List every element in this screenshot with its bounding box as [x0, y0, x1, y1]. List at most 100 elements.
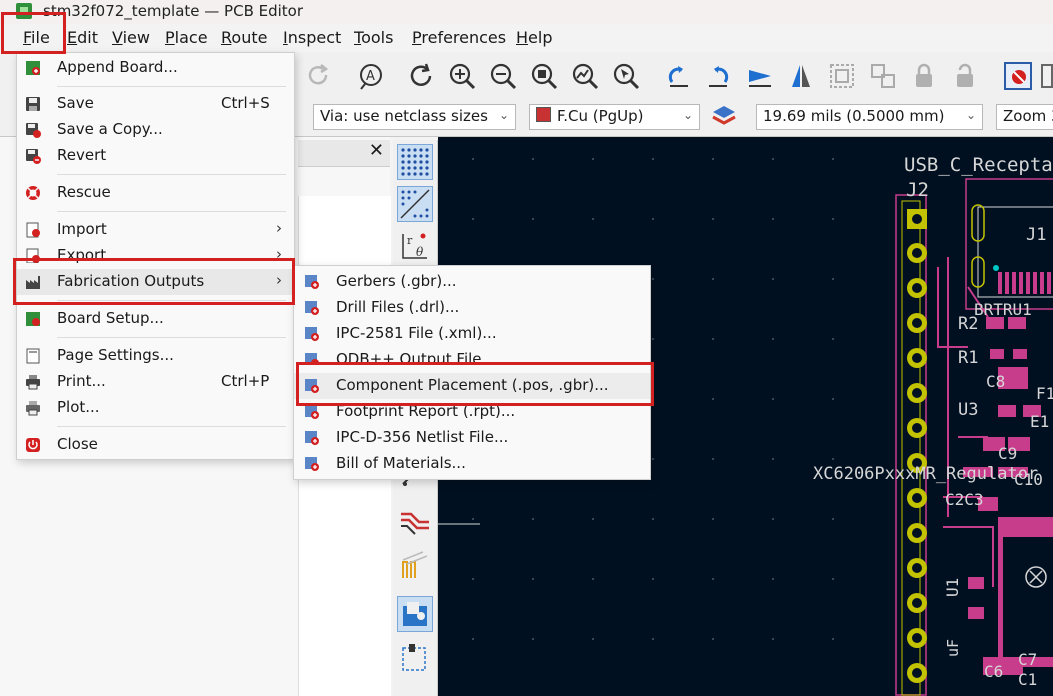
add-pad-icon[interactable]	[397, 640, 433, 676]
route-diff-pair-icon[interactable]	[397, 504, 433, 540]
group-icon[interactable]	[826, 60, 858, 92]
chevron-down-icon: ⌄	[965, 108, 976, 122]
submenu-item-bom[interactable]: Bill of Materials...	[294, 451, 650, 477]
zoom-fit-icon[interactable]	[528, 60, 560, 92]
r2-label: R2	[958, 314, 978, 334]
add-footprint-icon[interactable]	[397, 596, 433, 632]
submenu-item-ipc-d-356[interactable]: IPC-D-356 Netlist File...	[294, 425, 650, 451]
zoom-in-icon[interactable]	[446, 60, 478, 92]
menu-item-close[interactable]: Close	[17, 432, 294, 458]
polar-coordinates-icon[interactable]: rθ	[397, 228, 433, 264]
r1-label: R1	[958, 348, 978, 368]
submenu-item-odb[interactable]: ODB++ Output File...	[294, 347, 650, 365]
redo-icon[interactable]	[303, 60, 335, 92]
tune-length-icon[interactable]	[397, 548, 433, 584]
menu-place[interactable]: Place	[165, 28, 208, 47]
plot-icon	[26, 401, 40, 416]
menu-separator	[57, 211, 286, 212]
menu-separator	[57, 300, 286, 301]
menu-item-board-setup[interactable]: Board Setup...	[17, 306, 294, 332]
grid-dots-icon[interactable]	[397, 144, 433, 180]
usb-pads	[998, 272, 1051, 294]
zoom-dropdown[interactable]: Zoom 3	[996, 104, 1053, 130]
menu-preferences[interactable]: Preferences	[412, 28, 506, 47]
menu-item-fabrication-outputs[interactable]: Fabrication Outputs ›	[17, 269, 294, 295]
menu-item-print[interactable]: Print... Ctrl+P	[17, 369, 294, 395]
menu-item-export[interactable]: Export ›	[17, 243, 294, 263]
zoom-selection-icon[interactable]	[610, 60, 642, 92]
menu-item-import[interactable]: Import ›	[17, 217, 294, 243]
j2-label: J2	[906, 179, 929, 201]
zoom-objects-icon[interactable]	[569, 60, 601, 92]
brtr-label: BRTRU1	[974, 300, 1032, 319]
j1-label: J1	[1026, 225, 1046, 245]
netlist-file-icon	[305, 431, 319, 445]
menu-item-page-settings[interactable]: Page Settings...	[17, 343, 294, 369]
grid-overrides-icon[interactable]	[397, 186, 433, 222]
placement-file-icon	[305, 379, 319, 393]
menu-inspect[interactable]: Inspect	[283, 28, 341, 47]
chevron-right-icon: ›	[276, 245, 282, 263]
c6-label: C6	[984, 662, 1003, 681]
menu-edit[interactable]: Edit	[67, 28, 98, 47]
c9-label: C9	[998, 444, 1017, 463]
menu-item-save[interactable]: Save Ctrl+S	[17, 91, 294, 117]
gerber-file-icon	[305, 275, 319, 289]
c2c3-label: C2C3	[945, 490, 984, 509]
title-bar: stm32f072_template — PCB Editor	[0, 0, 1053, 24]
menu-item-append-board[interactable]: Append Board...	[17, 55, 294, 81]
submenu-item-component-placement[interactable]: Component Placement (.pos, .gbr)...	[294, 373, 650, 399]
append-board-icon	[26, 61, 40, 75]
j2-courtyard	[895, 194, 927, 696]
unlock-icon[interactable]	[949, 60, 981, 92]
menu-help[interactable]: Help	[516, 28, 552, 47]
rotate-cw-icon[interactable]	[703, 60, 735, 92]
menu-bar: File Edit View Place Route Inspect Tools…	[0, 24, 1053, 52]
submenu-item-drill-files[interactable]: Drill Files (.drl)...	[294, 295, 650, 321]
svg-text:A: A	[366, 69, 375, 84]
menu-view[interactable]: View	[112, 28, 150, 47]
find-icon[interactable]: A	[355, 60, 387, 92]
close-power-icon	[26, 438, 40, 452]
bom-file-icon	[305, 457, 319, 471]
via-size-dropdown[interactable]: Via: use netclass sizes ⌄	[313, 104, 516, 130]
rotate-ccw-icon[interactable]	[662, 60, 694, 92]
refresh-icon[interactable]	[405, 60, 437, 92]
menu-route[interactable]: Route	[221, 28, 267, 47]
ungroup-icon[interactable]	[867, 60, 899, 92]
pcb-editor-app-icon	[16, 3, 32, 19]
submenu-item-ipc-2581[interactable]: IPC-2581 File (.xml)...	[294, 321, 650, 347]
submenu-item-gerbers[interactable]: Gerbers (.gbr)...	[294, 269, 650, 295]
menu-file[interactable]: File	[23, 28, 50, 47]
u1-label: U1	[943, 578, 962, 597]
lock-icon[interactable]	[908, 60, 940, 92]
mirror-horizontal-icon[interactable]	[744, 60, 776, 92]
menu-tools[interactable]: Tools	[354, 28, 393, 47]
grid-dropdown[interactable]: 19.69 mils (0.5000 mm) ⌄	[756, 104, 983, 130]
uf-label: uF	[944, 639, 962, 657]
save-copy-icon	[26, 123, 41, 138]
menu-separator	[57, 174, 286, 175]
menu-item-rescue[interactable]: Rescue	[17, 180, 294, 206]
layer-pair-icon[interactable]	[710, 103, 738, 131]
rescue-icon	[26, 186, 40, 200]
regulator-label: XC6206PxxxMR_Regulator	[813, 464, 1038, 484]
submenu-item-footprint-report[interactable]: Footprint Report (.rpt)...	[294, 399, 650, 425]
toolbar-overflow-icon[interactable]	[1040, 60, 1053, 92]
mirror-vertical-icon[interactable]	[785, 60, 817, 92]
menu-separator	[57, 337, 286, 338]
menu-separator	[57, 426, 286, 427]
layer-dropdown[interactable]: F.Cu (PgUp) ⌄	[529, 104, 700, 130]
menu-item-revert[interactable]: Revert	[17, 143, 294, 169]
menu-item-save-copy[interactable]: Save a Copy...	[17, 117, 294, 143]
u3-label: U3	[958, 400, 978, 420]
export-icon	[26, 248, 40, 263]
drc-icon[interactable]	[1002, 60, 1034, 92]
ipc-file-icon	[305, 327, 319, 341]
usb-ref-label: USB_C_Receptacle	[904, 154, 1053, 176]
close-icon[interactable]: ✕	[369, 140, 384, 161]
c7-label: C7	[1018, 650, 1037, 669]
zoom-out-icon[interactable]	[487, 60, 519, 92]
menu-item-plot[interactable]: Plot...	[17, 395, 294, 421]
e1-label: E1	[1030, 412, 1049, 431]
